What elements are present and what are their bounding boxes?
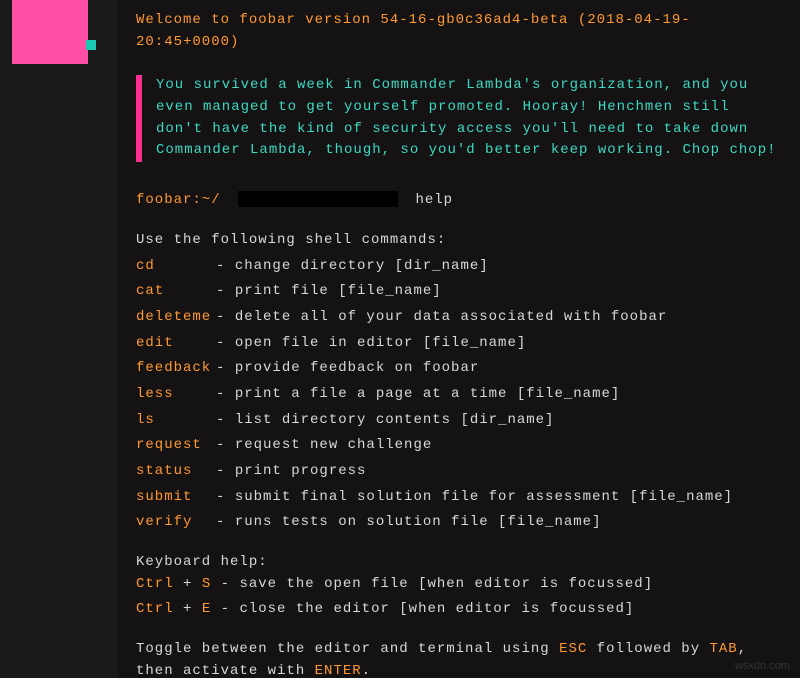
command-name: status: [136, 461, 216, 483]
logo: [12, 0, 88, 64]
prompt-path: foobar:~/: [136, 192, 221, 208]
keyboard-help-label: Keyboard help:: [136, 552, 782, 574]
command-name: verify: [136, 512, 216, 534]
command-row: status- print progress: [136, 461, 782, 483]
story-block: You survived a week in Commander Lambda'…: [136, 75, 782, 162]
command-row: deleteme- delete all of your data associ…: [136, 307, 782, 329]
command-description: delete all of your data associated with …: [235, 309, 667, 325]
command-row: cd- change directory [dir_name]: [136, 256, 782, 278]
command-row: ls- list directory contents [dir_name]: [136, 410, 782, 432]
plus-sign: +: [174, 601, 202, 617]
command-description: runs tests on solution file [file_name]: [235, 514, 602, 530]
command-list: cd- change directory [dir_name]cat- prin…: [136, 256, 782, 535]
watermark: wsxdn.com: [735, 660, 790, 672]
dash: -: [216, 360, 235, 376]
dash: -: [211, 576, 239, 592]
dash: -: [216, 489, 235, 505]
command-row: submit- submit final solution file for a…: [136, 487, 782, 509]
shortcut-row: Ctrl + E - close the editor [when editor…: [136, 599, 782, 621]
redacted-segment: [238, 191, 398, 207]
command-description: request new challenge: [235, 437, 432, 453]
dash: -: [216, 437, 235, 453]
command-row: request- request new challenge: [136, 435, 782, 457]
toggle-text-1: Toggle between the editor and terminal u…: [136, 641, 559, 657]
command-name: deleteme: [136, 307, 216, 329]
prompt-line: foobar:~/ help: [136, 190, 782, 212]
dash: -: [216, 514, 235, 530]
command-row: verify- runs tests on solution file [fil…: [136, 512, 782, 534]
command-name: cat: [136, 281, 216, 303]
toggle-text-4: .: [362, 663, 371, 678]
shortcut-row: Ctrl + S - save the open file [when edit…: [136, 574, 782, 596]
command-name: submit: [136, 487, 216, 509]
typed-command: help: [415, 192, 453, 208]
sidebar: [0, 0, 118, 678]
command-name: ls: [136, 410, 216, 432]
key-enter: ENTER: [315, 663, 362, 678]
key-tab: TAB: [710, 641, 738, 657]
dash: -: [216, 283, 235, 299]
toggle-text-2: followed by: [587, 641, 709, 657]
dash: -: [216, 335, 235, 351]
command-description: print a file a page at a time [file_name…: [235, 386, 620, 402]
key-modifier: Ctrl: [136, 601, 174, 617]
command-name: edit: [136, 333, 216, 355]
command-description: list directory contents [dir_name]: [235, 412, 555, 428]
toggle-instruction: Toggle between the editor and terminal u…: [136, 639, 782, 678]
plus-sign: +: [174, 576, 202, 592]
dash: -: [211, 601, 239, 617]
command-description: open file in editor [file_name]: [235, 335, 526, 351]
command-name: cd: [136, 256, 216, 278]
dash: -: [216, 463, 235, 479]
command-description: submit final solution file for assessmen…: [235, 489, 733, 505]
command-name: feedback: [136, 358, 216, 380]
key-letter: E: [202, 601, 211, 617]
command-row: feedback- provide feedback on foobar: [136, 358, 782, 380]
command-description: print file [file_name]: [235, 283, 442, 299]
command-row: cat- print file [file_name]: [136, 281, 782, 303]
shortcut-list: Ctrl + S - save the open file [when edit…: [136, 574, 782, 621]
help-intro: Use the following shell commands:: [136, 230, 782, 252]
key-letter: S: [202, 576, 211, 592]
command-name: less: [136, 384, 216, 406]
terminal-output[interactable]: Welcome to foobar version 54-16-gb0c36ad…: [118, 0, 800, 678]
command-description: print progress: [235, 463, 367, 479]
key-esc: ESC: [559, 641, 587, 657]
key-modifier: Ctrl: [136, 576, 174, 592]
dash: -: [216, 412, 235, 428]
shortcut-description: save the open file [when editor is focus…: [239, 576, 653, 592]
command-description: change directory [dir_name]: [235, 258, 489, 274]
command-description: provide feedback on foobar: [235, 360, 479, 376]
command-name: request: [136, 435, 216, 457]
welcome-line: Welcome to foobar version 54-16-gb0c36ad…: [136, 10, 782, 53]
shortcut-description: close the editor [when editor is focusse…: [239, 601, 634, 617]
dash: -: [216, 258, 235, 274]
command-row: edit- open file in editor [file_name]: [136, 333, 782, 355]
dash: -: [216, 309, 235, 325]
dash: -: [216, 386, 235, 402]
command-row: less- print a file a page at a time [fil…: [136, 384, 782, 406]
